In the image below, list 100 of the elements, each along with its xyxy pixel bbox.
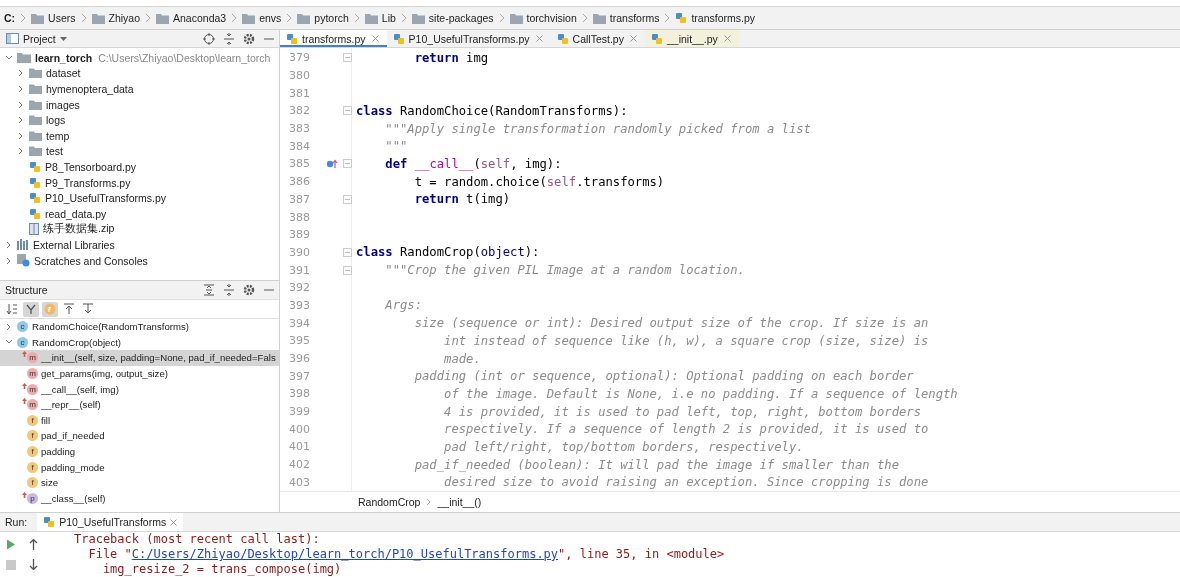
fold-marker-icon[interactable] bbox=[342, 194, 352, 204]
editor-tab[interactable]: __init__.py bbox=[644, 30, 739, 47]
inherited-toggle[interactable] bbox=[23, 301, 39, 317]
expand-toggle[interactable] bbox=[61, 301, 77, 317]
sort-toggle[interactable] bbox=[4, 301, 20, 317]
structure-item[interactable]: get_params(img, output_size) bbox=[41, 368, 168, 380]
structure-item[interactable]: RandomCrop(object) bbox=[32, 336, 122, 348]
settings-icon[interactable] bbox=[243, 284, 255, 296]
structure-item[interactable]: __init__(self, size, padding=None, pad_if_needed=Fals bbox=[41, 352, 276, 364]
editor-tab[interactable]: CallTest.py bbox=[550, 30, 645, 47]
breadcrumb-item[interactable]: Anaconda3 bbox=[156, 12, 227, 24]
folder-icon bbox=[29, 68, 42, 79]
locate-icon[interactable] bbox=[203, 32, 215, 45]
breadcrumb-item[interactable]: Zhiyao bbox=[91, 12, 141, 24]
tree-item[interactable]: dataset bbox=[46, 67, 81, 80]
class-icon: c bbox=[17, 336, 28, 348]
structure-item[interactable]: size bbox=[41, 477, 59, 489]
structure-item[interactable]: __call__(self, img) bbox=[41, 383, 119, 395]
scratches-icon bbox=[17, 254, 30, 267]
tree-item[interactable]: P10_UsefulTransforms.py bbox=[45, 192, 166, 205]
override-marker-icon[interactable] bbox=[326, 158, 338, 169]
tree-item[interactable]: Scratches and Consoles bbox=[34, 254, 148, 267]
tree-item[interactable]: images bbox=[46, 98, 80, 111]
tab-label: transforms.py bbox=[302, 32, 366, 45]
editor-tab[interactable]: transforms.py bbox=[280, 30, 387, 47]
editor-tab[interactable]: P10_UsefulTransforms.py bbox=[386, 30, 551, 47]
tree-item[interactable]: test bbox=[46, 145, 63, 158]
tree-item[interactable]: learn_torch bbox=[35, 51, 93, 64]
structure-item[interactable]: __class__(self) bbox=[41, 492, 106, 504]
panel-icon bbox=[6, 33, 19, 44]
tree-item[interactable]: External Libraries bbox=[33, 238, 115, 251]
down-arrow-icon[interactable] bbox=[28, 559, 38, 571]
field-icon: f bbox=[27, 430, 38, 442]
fold-marker-icon[interactable] bbox=[342, 106, 352, 116]
tree-item[interactable]: P8_Tensorboard.py bbox=[45, 160, 137, 173]
code-line: t = random.choice(self.transforms) bbox=[413, 174, 665, 189]
field-icon: f bbox=[27, 446, 38, 458]
breadcrumb-item[interactable]: transforms bbox=[592, 12, 660, 24]
line-number: 389 bbox=[288, 228, 310, 242]
code-line: size (sequence or int): Desired output size of the crop. If size is an bbox=[413, 316, 929, 331]
run-icon[interactable] bbox=[6, 539, 16, 550]
code-line: """Apply single transformation randomly picked from a list bbox=[384, 121, 811, 136]
fields-toggle[interactable] bbox=[42, 301, 58, 317]
collapse-all-icon[interactable] bbox=[223, 284, 235, 296]
tree-item[interactable]: hymenoptera_data bbox=[46, 83, 134, 95]
folder-icon bbox=[29, 130, 42, 141]
folder-icon bbox=[17, 52, 31, 64]
structure-item[interactable]: pad_if_needed bbox=[41, 430, 105, 442]
close-icon[interactable] bbox=[371, 35, 379, 42]
tree-item[interactable]: 练手数据集.zip bbox=[43, 222, 115, 237]
folder-icon bbox=[242, 12, 256, 24]
close-icon[interactable] bbox=[723, 35, 731, 42]
line-number: 382 bbox=[288, 104, 310, 118]
method-icon: m bbox=[27, 399, 38, 411]
line-number: 379 bbox=[288, 51, 310, 65]
code-line: padding (int or sequence, optional): Optional padding on each border bbox=[413, 369, 914, 384]
breadcrumb-item[interactable]: Lib bbox=[364, 12, 396, 24]
breadcrumb-item[interactable]: site-packages bbox=[411, 12, 494, 24]
structure-item[interactable]: fill bbox=[41, 414, 51, 426]
run-tab[interactable]: P10_UsefulTransforms bbox=[37, 513, 184, 531]
breadcrumb-item[interactable]: __init__() bbox=[437, 496, 482, 508]
breadcrumb-item[interactable]: RandomCrop bbox=[358, 496, 421, 508]
fold-marker-icon[interactable] bbox=[342, 247, 352, 257]
close-icon[interactable] bbox=[535, 35, 543, 42]
breadcrumb-item[interactable]: torchvision bbox=[509, 12, 577, 24]
breadcrumb-item[interactable]: Users bbox=[31, 12, 76, 24]
tree-item[interactable]: temp bbox=[46, 129, 70, 142]
fold-marker-icon[interactable] bbox=[342, 53, 352, 63]
settings-icon[interactable] bbox=[243, 32, 255, 45]
fold-marker-icon[interactable] bbox=[342, 265, 352, 275]
code-line: Args: bbox=[384, 298, 423, 313]
structure-item[interactable]: padding bbox=[41, 446, 76, 458]
method-icon: m bbox=[27, 368, 38, 380]
structure-item[interactable]: __repr__(self) bbox=[41, 399, 101, 411]
tree-item[interactable]: P9_Transforms.py bbox=[45, 176, 131, 189]
field-icon: f bbox=[27, 477, 38, 489]
code-line: class RandomCrop(object): bbox=[356, 245, 540, 260]
line-number: 388 bbox=[288, 210, 310, 224]
tree-item[interactable]: logs bbox=[46, 114, 66, 127]
fold-marker-icon[interactable] bbox=[342, 159, 352, 169]
line-number: 403 bbox=[288, 475, 310, 489]
breadcrumb-item[interactable]: envs bbox=[242, 12, 282, 24]
line-number: 391 bbox=[288, 263, 310, 277]
breadcrumb-item[interactable]: pytorch bbox=[297, 12, 349, 24]
expand-all-icon[interactable] bbox=[203, 284, 215, 296]
file-link[interactable]: C:/Users/Zhiyao/Desktop/learn_torch/P10_UsefulTransforms.py bbox=[131, 547, 559, 561]
tree-item[interactable]: read_data.py bbox=[45, 207, 107, 220]
up-arrow-icon[interactable] bbox=[28, 538, 38, 550]
breadcrumb-item[interactable]: transforms.py bbox=[675, 12, 755, 24]
close-icon[interactable] bbox=[170, 518, 178, 526]
structure-item[interactable]: RandomChoice(RandomTransforms) bbox=[32, 321, 189, 333]
structure-item[interactable]: padding_mode bbox=[41, 461, 105, 473]
folder-icon bbox=[29, 146, 42, 157]
close-icon[interactable] bbox=[629, 35, 637, 42]
breadcrumb-item[interactable]: C: bbox=[4, 12, 16, 24]
line-number: 387 bbox=[288, 192, 310, 206]
project-view-dropdown[interactable]: Project bbox=[6, 32, 67, 45]
collapse-all-icon[interactable] bbox=[223, 32, 235, 45]
line-number: 390 bbox=[288, 245, 310, 259]
dropdown-caret-icon bbox=[59, 36, 67, 41]
